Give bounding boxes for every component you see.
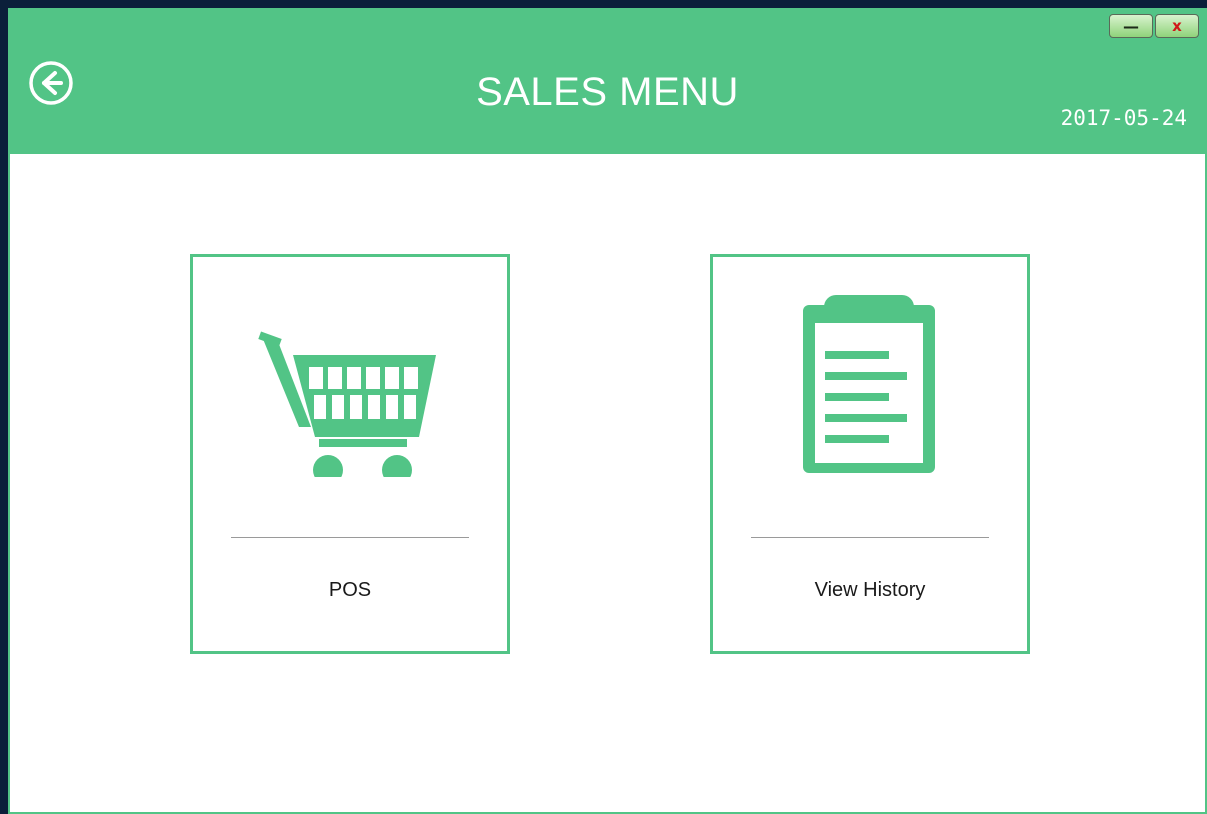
page-title: SALES MENU [476, 70, 739, 114]
view-history-card[interactable]: View History [710, 254, 1030, 654]
close-button[interactable]: x [1155, 14, 1199, 38]
shopping-cart-icon [258, 331, 436, 485]
app-window: SALES MENU 2017-05-24 — x POS View Histo… [8, 8, 1207, 814]
close-icon: x [1172, 17, 1182, 35]
pos-label: POS [328, 579, 372, 601]
header-bar: SALES MENU 2017-05-24 — x [10, 8, 1205, 154]
view-history-label: View History [814, 579, 926, 601]
pos-card[interactable]: POS [190, 254, 510, 654]
window-controls: — x [1109, 14, 1199, 38]
minimize-button[interactable]: — [1109, 14, 1153, 38]
card-divider [751, 537, 989, 538]
minimize-icon: — [1123, 16, 1139, 36]
date-label: 2017-05-24 [1060, 106, 1187, 130]
card-divider [231, 537, 469, 538]
clipboard-icon [803, 295, 935, 473]
